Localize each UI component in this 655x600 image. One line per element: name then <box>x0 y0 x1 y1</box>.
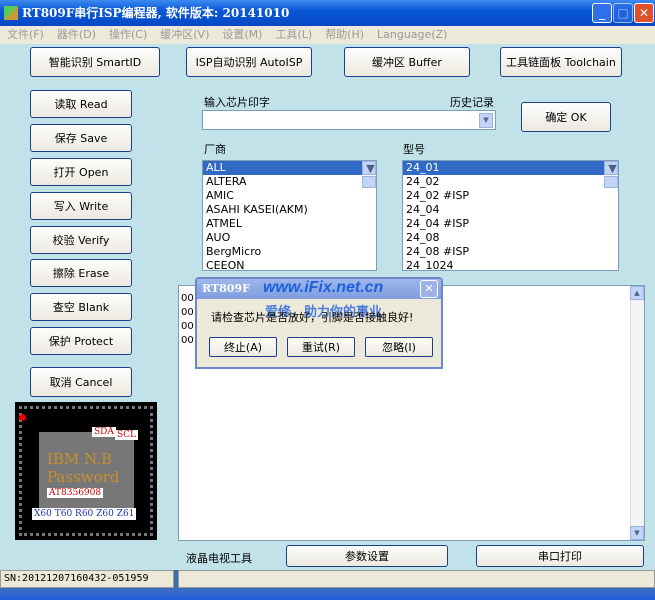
list-item[interactable]: AUO <box>203 231 376 245</box>
list-item[interactable]: 24_02 <box>403 175 618 189</box>
scroll-down-icon[interactable]: ▼ <box>362 161 376 175</box>
list-item[interactable]: 24_04 <box>403 203 618 217</box>
dialog-message: 请检查芯片是否放好，引脚是否接触良好! <box>211 311 414 324</box>
dialog-close-button[interactable]: ✕ <box>420 280 438 298</box>
toolchain-button[interactable]: 工具链面板 Toolchain <box>500 47 622 77</box>
chip-input-label: 输入芯片印字 <box>204 96 270 109</box>
list-item[interactable]: CEEON <box>203 259 376 270</box>
ignore-button[interactable]: 忽略(I) <box>365 337 433 357</box>
list-item[interactable]: ALL <box>203 161 376 175</box>
list-item[interactable]: 24_08 <box>403 231 618 245</box>
status-sn: SN:20121207160432-051959 <box>0 570 174 588</box>
menu-operation[interactable]: 操作(C) <box>109 28 147 41</box>
list-item[interactable]: AMIC <box>203 189 376 203</box>
save-button[interactable]: 保存 Save <box>30 124 132 152</box>
menu-device[interactable]: 器件(D) <box>57 28 96 41</box>
list-item[interactable]: BergMicro <box>203 245 376 259</box>
menu-file[interactable]: 文件(F) <box>7 28 44 41</box>
menu-help[interactable]: 帮助(H) <box>325 28 364 41</box>
maximize-button[interactable]: □ <box>613 3 633 23</box>
list-item[interactable]: 24_01 <box>403 161 618 175</box>
list-item[interactable]: ALTERA <box>203 175 376 189</box>
cancel-button[interactable]: 取消 Cancel <box>30 367 132 397</box>
menu-tools[interactable]: 工具(L) <box>275 28 312 41</box>
write-button[interactable]: 写入 Write <box>30 192 132 220</box>
list-item[interactable]: 24_04 #ISP <box>403 217 618 231</box>
close-button[interactable]: ✕ <box>634 3 654 23</box>
chevron-down-icon[interactable]: ▼ <box>479 113 493 128</box>
app-icon <box>4 6 18 20</box>
menu-bar: 文件(F) 器件(D) 操作(C) 缓冲区(V) 设置(M) 工具(L) 帮助(H) Lang… <box>0 26 655 44</box>
smartid-button[interactable]: 智能识别 SmartID <box>30 47 160 77</box>
list-item[interactable]: 24_1024 <box>403 259 618 270</box>
menu-buffer[interactable]: 缓冲区(V) <box>160 28 209 41</box>
vendor-label: 厂商 <box>204 143 226 156</box>
verify-button[interactable]: 校验 Verify <box>30 226 132 254</box>
scroll-thumb[interactable] <box>362 176 376 188</box>
read-button[interactable]: 读取 Read <box>30 90 132 118</box>
blank-button[interactable]: 查空 Blank <box>30 293 132 321</box>
list-item[interactable]: 24_08 #ISP <box>403 245 618 259</box>
scroll-thumb[interactable] <box>604 176 618 188</box>
history-label: 历史记录 <box>450 96 494 109</box>
model-list[interactable]: 24_01 24_02 24_02 #ISP 24_04 24_04 #ISP … <box>402 160 619 271</box>
model-scrollbar[interactable]: ▲ ▼ <box>604 161 618 188</box>
params-button[interactable]: 参数设置 <box>286 545 448 567</box>
window-title: RT809F串行ISP编程器, 软件版本: 20141010 <box>22 6 290 20</box>
retry-button[interactable]: 重试(R) <box>287 337 355 357</box>
taskbar <box>0 588 655 600</box>
protect-button[interactable]: 保护 Protect <box>30 327 132 355</box>
lcd-tv-tools-label: 液晶电视工具 <box>186 552 252 565</box>
list-item[interactable]: ASAHI KASEI(AKM) <box>203 203 376 217</box>
vendor-scrollbar[interactable]: ▲ ▼ <box>362 161 376 188</box>
chip-image: SDA SCL IBM N.B Password AT8356908 X60 T… <box>15 402 157 540</box>
erase-button[interactable]: 擦除 Erase <box>30 259 132 287</box>
model-label: 型号 <box>403 143 425 156</box>
status-info <box>178 570 655 588</box>
log-scrollbar[interactable]: ▲ ▼ <box>630 286 644 540</box>
menu-language[interactable]: Language(Z) <box>377 28 447 41</box>
vendor-list[interactable]: ALL ALTERA AMIC ASAHI KASEI(AKM) ATMEL A… <box>202 160 377 271</box>
menu-settings[interactable]: 设置(M) <box>222 28 262 41</box>
scroll-down-icon[interactable]: ▼ <box>630 526 644 540</box>
autoisp-button[interactable]: ISP自动识别 AutoISP <box>186 47 312 77</box>
ok-button[interactable]: 确定 OK <box>521 102 611 132</box>
error-dialog: RT809F ✕ www.iFix.net.cn 爱修，助力你的事业 请检查芯片… <box>195 277 443 369</box>
watermark: www.iFix.net.cn <box>263 279 384 296</box>
scroll-up-icon[interactable]: ▲ <box>630 286 644 300</box>
minimize-button[interactable]: _ <box>592 3 612 23</box>
list-item[interactable]: 24_02 #ISP <box>403 189 618 203</box>
buffer-button[interactable]: 缓冲区 Buffer <box>344 47 470 77</box>
open-button[interactable]: 打开 Open <box>30 158 132 186</box>
chip-marking-combobox[interactable]: ▼ <box>202 110 496 130</box>
scroll-down-icon[interactable]: ▼ <box>604 161 618 175</box>
serial-print-button[interactable]: 串口打印 <box>476 545 644 567</box>
abort-button[interactable]: 终止(A) <box>209 337 277 357</box>
title-bar: RT809F串行ISP编程器, 软件版本: 20141010 <box>0 0 655 26</box>
list-item[interactable]: ATMEL <box>203 217 376 231</box>
